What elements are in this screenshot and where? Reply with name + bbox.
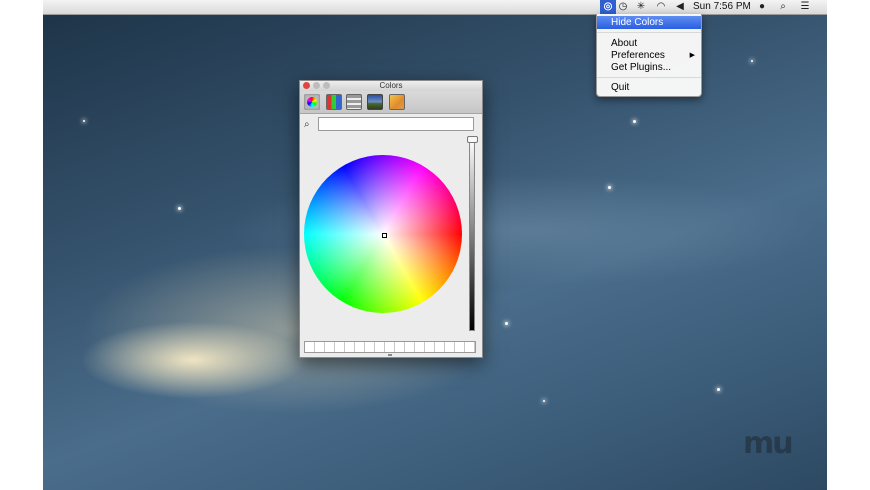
star — [608, 186, 611, 189]
color-sliders-tab[interactable] — [326, 94, 342, 110]
app-menu-dropdown: Hide Colors About Preferences ▶ Get Plugi… — [596, 14, 702, 97]
notification-center-icon[interactable]: ☰ — [798, 0, 812, 14]
wifi-icon[interactable]: ◠ — [654, 0, 668, 14]
colors-toolbar — [300, 91, 482, 114]
star — [543, 400, 545, 402]
star — [505, 322, 508, 325]
crayons-tab[interactable] — [389, 94, 405, 110]
window-titlebar[interactable]: Colors — [300, 81, 482, 91]
desktop: ◎ ◷ ✳ ◠ ◀ Sun 7:56 PM ● ⌕ ☰ Hide Colors … — [43, 0, 827, 490]
magnifier-app-icon[interactable]: ◎ — [600, 0, 616, 14]
menu-bar: ◎ ◷ ✳ ◠ ◀ Sun 7:56 PM ● ⌕ ☰ — [43, 0, 827, 15]
star — [717, 388, 720, 391]
time-machine-icon[interactable]: ◷ — [616, 0, 630, 14]
colors-window: Colors ⌕ — [299, 80, 483, 358]
menu-clock[interactable]: Sun 7:56 PM — [693, 0, 751, 14]
menu-item-quit[interactable]: Quit — [597, 81, 701, 94]
brightness-slider-knob[interactable] — [467, 136, 478, 143]
menu-separator — [597, 32, 701, 33]
star — [751, 60, 753, 62]
bluetooth-icon[interactable]: ✳ — [635, 0, 647, 14]
color-wheel-marker[interactable] — [382, 233, 387, 238]
star — [178, 207, 181, 210]
volume-icon[interactable]: ◀ — [673, 0, 687, 14]
window-title: Colors — [379, 81, 403, 90]
menu-item-get-plugins[interactable]: Get Plugins... — [597, 61, 701, 74]
menu-separator — [597, 77, 701, 78]
menu-item-hide-colors[interactable]: Hide Colors — [597, 16, 701, 29]
color-palettes-tab[interactable] — [346, 94, 362, 110]
star — [83, 120, 85, 122]
image-palettes-tab[interactable] — [367, 94, 383, 110]
search-icon: ⌕ — [304, 119, 310, 130]
brightness-slider[interactable] — [469, 137, 475, 331]
color-wheel-tab[interactable] — [304, 94, 320, 110]
user-icon[interactable]: ● — [756, 0, 768, 14]
color-wheel[interactable] — [304, 155, 462, 313]
swatch-well[interactable] — [304, 341, 476, 353]
spotlight-icon[interactable]: ⌕ — [777, 0, 789, 14]
star — [633, 120, 636, 123]
search-input[interactable] — [318, 117, 474, 131]
watermark-logo: mu — [743, 426, 794, 461]
resize-grip[interactable] — [388, 354, 392, 356]
